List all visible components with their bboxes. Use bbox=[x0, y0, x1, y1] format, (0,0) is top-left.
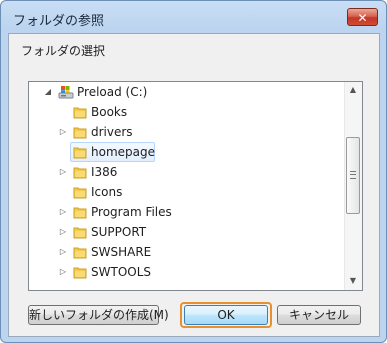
folder-icon bbox=[73, 265, 87, 279]
folder-icon bbox=[73, 145, 87, 159]
tree-item-label: Preload (C:) bbox=[77, 85, 148, 99]
ok-button[interactable]: OK bbox=[184, 305, 268, 325]
folder-icon bbox=[73, 225, 87, 239]
grip-icon bbox=[350, 171, 356, 179]
close-button[interactable]: ✕ bbox=[347, 8, 378, 26]
tree-item-icons[interactable]: Icons bbox=[29, 182, 345, 202]
window-title: フォルダの参照 bbox=[13, 14, 105, 29]
cancel-button[interactable]: キャンセル bbox=[277, 305, 361, 325]
folder-icon bbox=[73, 105, 87, 119]
close-icon: ✕ bbox=[357, 11, 368, 25]
vertical-scrollbar[interactable]: ▲ ▼ bbox=[344, 82, 362, 290]
tree-item-swtools[interactable]: ▷ SWTOOLS bbox=[29, 262, 345, 282]
tree-item-i386[interactable]: ▷ I386 bbox=[29, 162, 345, 182]
tree-item-label: drivers bbox=[91, 125, 133, 139]
folder-icon bbox=[73, 185, 87, 199]
tree-item-drivers[interactable]: ▷ drivers bbox=[29, 122, 345, 142]
expand-icon[interactable]: ▷ bbox=[58, 242, 68, 262]
folder-icon bbox=[73, 125, 87, 139]
drive-icon bbox=[58, 84, 74, 100]
expand-icon[interactable]: ◢ bbox=[43, 82, 53, 102]
tree-item-label: SWTOOLS bbox=[91, 265, 152, 279]
new-folder-button[interactable]: 新しいフォルダの作成(M) bbox=[28, 305, 169, 325]
tree-item-swshare[interactable]: ▷ SWSHARE bbox=[29, 242, 345, 262]
tree-item-label: Program Files bbox=[91, 205, 172, 219]
tree-item-label: I386 bbox=[91, 165, 118, 179]
tree-item-root[interactable]: ◢ Preload (C:) bbox=[29, 82, 345, 102]
folder-icon bbox=[73, 205, 87, 219]
tree-item-support[interactable]: ▷ SUPPORT bbox=[29, 222, 345, 242]
tree-item-label: Books bbox=[91, 105, 128, 119]
expand-icon[interactable]: ▷ bbox=[58, 202, 68, 222]
tree-item-label: SUPPORT bbox=[91, 225, 147, 239]
expand-icon[interactable]: ▷ bbox=[58, 122, 68, 142]
title-bar[interactable]: フォルダの参照 ✕ bbox=[1, 1, 386, 33]
tree-item-program-files[interactable]: ▷ Program Files bbox=[29, 202, 345, 222]
tree-item-books[interactable]: Books bbox=[29, 102, 345, 122]
tree-item-label: SWSHARE bbox=[91, 245, 152, 259]
folder-tree[interactable]: ◢ Preload (C:) Books ▷ drivers homepage … bbox=[28, 81, 363, 291]
tree-item-label: homepage bbox=[91, 145, 155, 159]
scroll-thumb[interactable] bbox=[346, 137, 360, 214]
instruction-text: フォルダの選択 bbox=[21, 44, 106, 58]
expand-icon[interactable]: ▷ bbox=[58, 262, 68, 282]
tree-item-homepage[interactable]: homepage bbox=[29, 142, 345, 162]
folder-icon bbox=[73, 165, 87, 179]
folder-browse-dialog: フォルダの参照 ✕ フォルダの選択 ◢ Preload (C:) Books ▷… bbox=[0, 0, 387, 343]
tree-item-label: Icons bbox=[91, 185, 123, 199]
dialog-body: フォルダの選択 ◢ Preload (C:) Books ▷ drivers h… bbox=[8, 33, 380, 337]
expand-icon[interactable]: ▷ bbox=[58, 162, 68, 182]
scroll-down-icon[interactable]: ▼ bbox=[345, 273, 361, 289]
scroll-up-icon[interactable]: ▲ bbox=[345, 82, 361, 98]
folder-icon bbox=[73, 245, 87, 259]
expand-icon[interactable]: ▷ bbox=[58, 222, 68, 242]
